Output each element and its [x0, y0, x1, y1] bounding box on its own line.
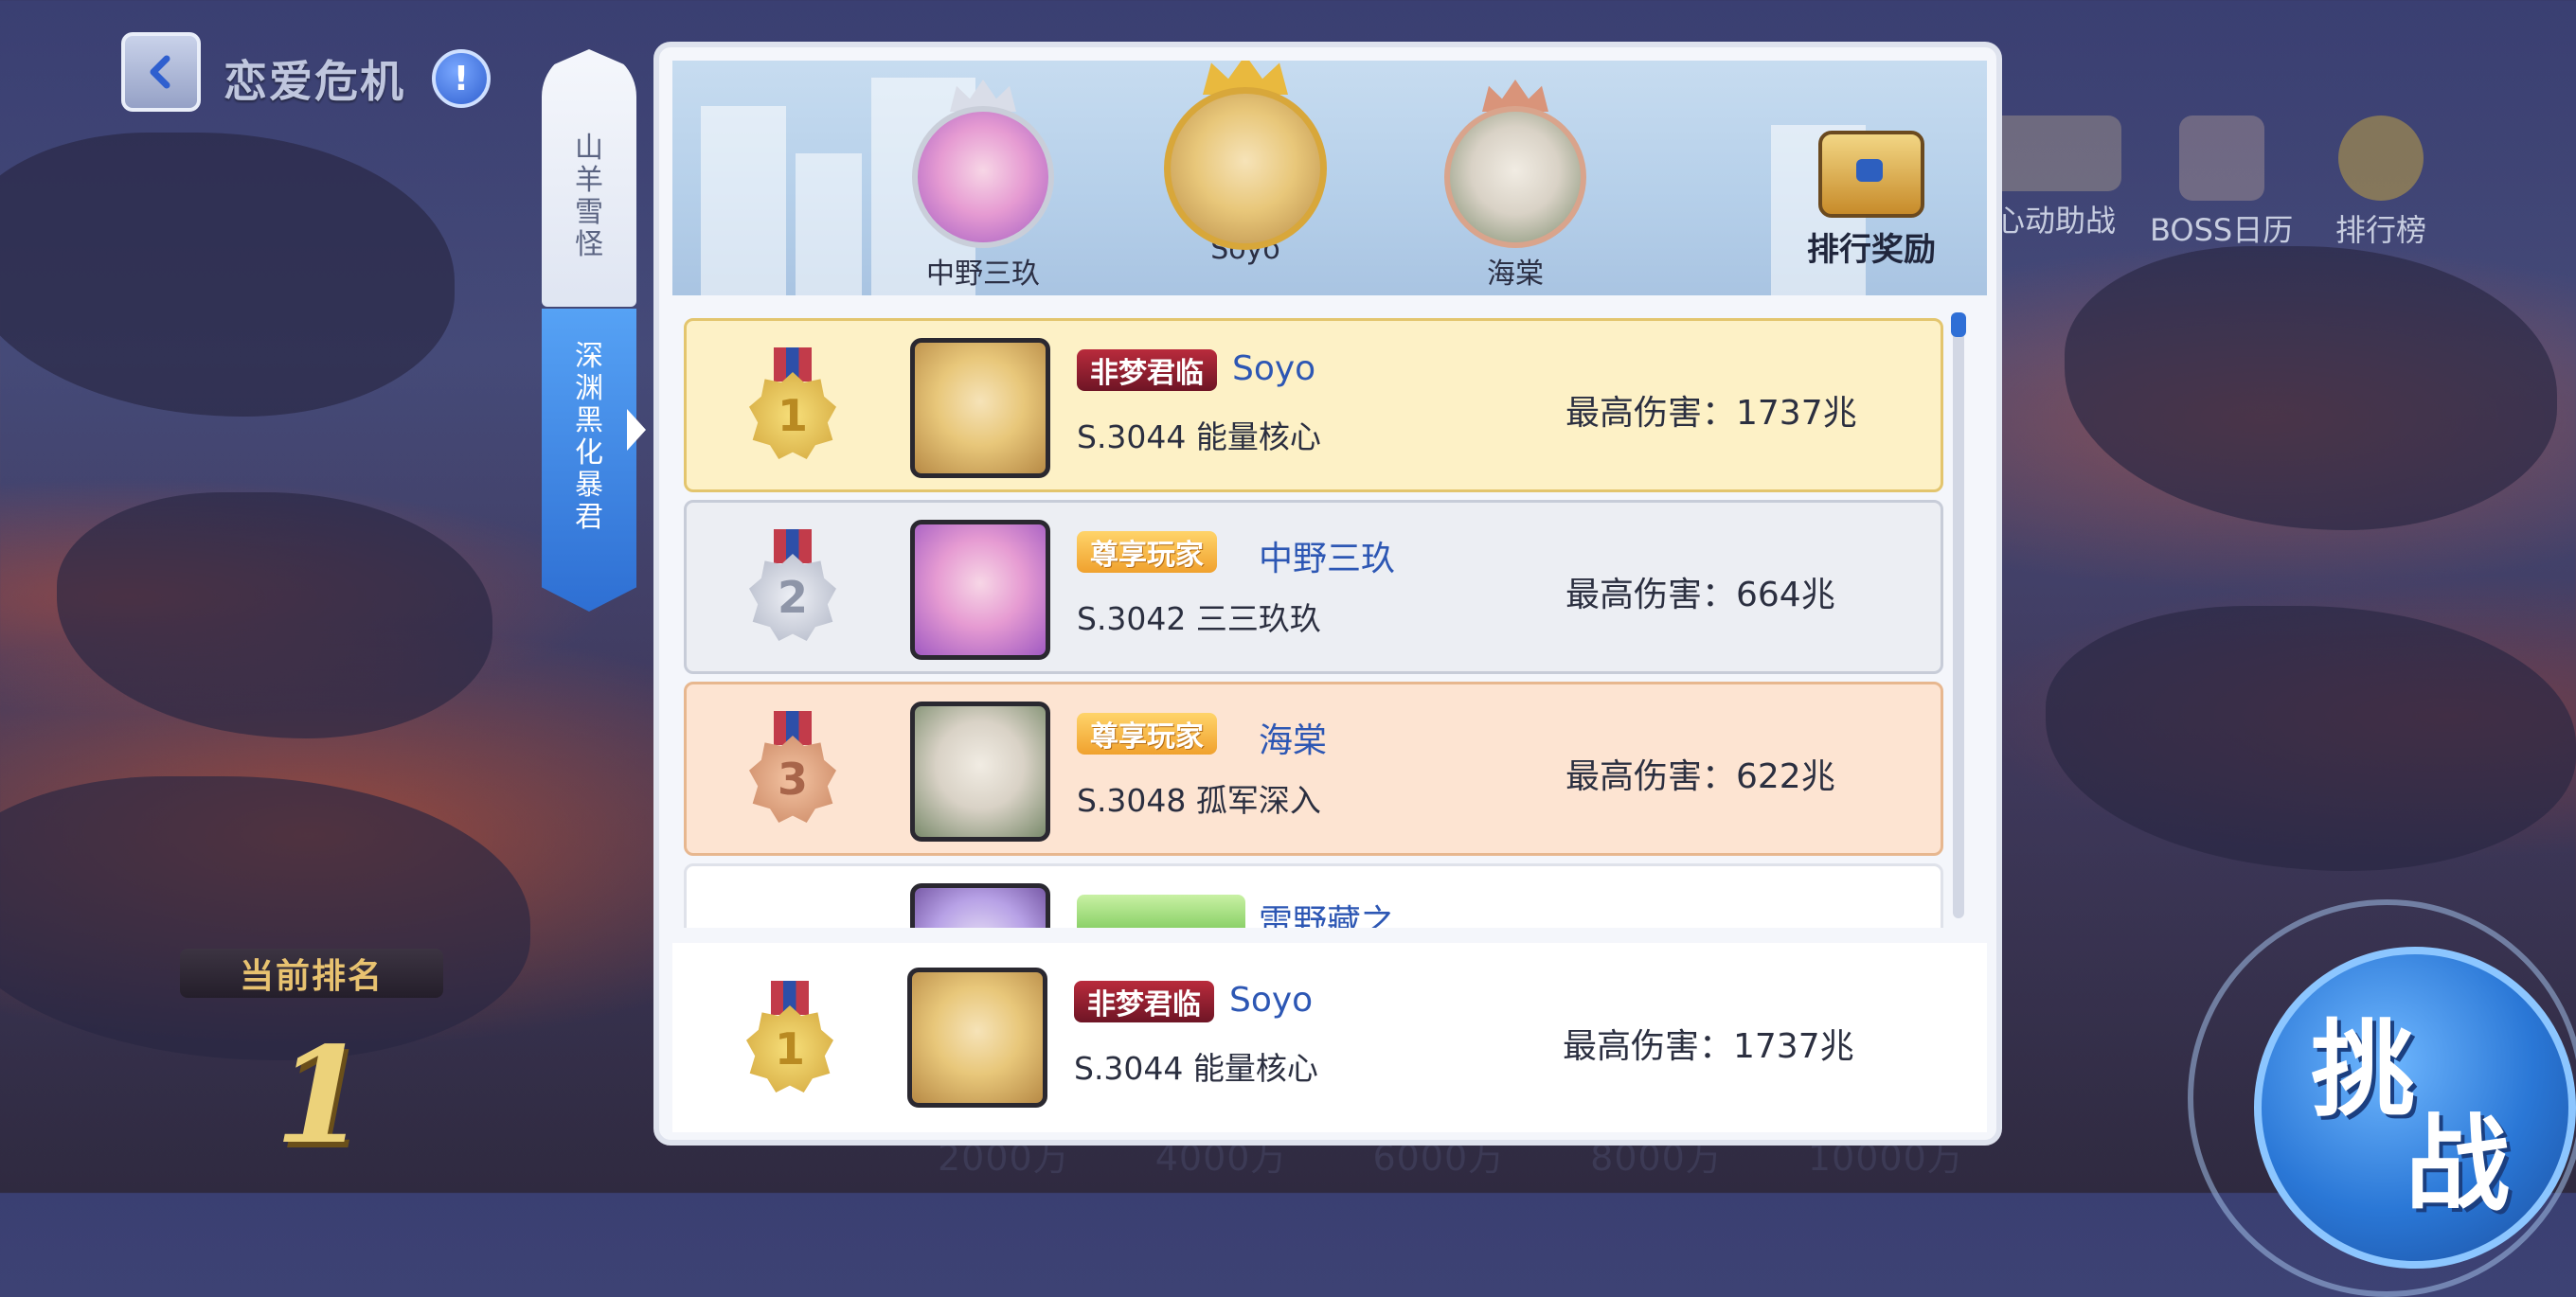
title-badge: 尊享玩家 [1077, 531, 1217, 573]
chevron-left-icon [150, 55, 170, 89]
back-button[interactable] [121, 32, 201, 112]
max-damage: 最高伤害：1737兆 [1563, 1027, 1854, 1066]
boss-tabs: 山羊雪怪 深渊黑化暴君 [542, 49, 640, 612]
team-icon [1989, 115, 2121, 191]
max-damage: 最高伤害：1737兆 [1565, 394, 1857, 433]
podium-name: 中野三玖 [926, 258, 1040, 291]
title-badge: 非梦君临 [1074, 981, 1214, 1022]
current-rank-value: 1 [275, 1019, 367, 1174]
player-name: 雷野藏之 [1259, 903, 1396, 928]
background-rock [2046, 606, 2576, 871]
medal-rank: 2 [749, 554, 836, 641]
server-info: S.3044 能量核心 [1077, 418, 1321, 455]
podium-name: 海棠 [1487, 258, 1544, 291]
background-rock [0, 133, 455, 417]
ranking-button[interactable]: 排行榜 [2335, 115, 2426, 250]
ranking-row[interactable]: 1 非梦君临 Soyo S.3044 能量核心 最高伤害：1737兆 [684, 318, 1943, 492]
gold-medal-icon: 1 [741, 981, 839, 1094]
medal-rank: 3 [749, 736, 836, 823]
avatar[interactable] [910, 520, 1050, 660]
avatar[interactable] [910, 702, 1050, 842]
ranking-label: 排行榜 [2335, 212, 2427, 248]
background-rock [0, 776, 530, 1060]
treasure-chest-icon [1818, 131, 1924, 218]
medal-rank: 1 [746, 1005, 833, 1093]
challenge-text: 挑 [2311, 1009, 2415, 1130]
ranking-row[interactable]: 3 尊享玩家 海棠 S.3048 孤军深入 最高伤害：622兆 [684, 682, 1943, 856]
max-damage: 最高伤害：622兆 [1565, 757, 1835, 796]
avatar[interactable] [910, 883, 1050, 928]
server-info: S.3044 能量核心 [1074, 1050, 1318, 1087]
ranking-panel: 中野三玖 Soyo 海棠 排行奖励 1 非梦君临 Soyo S.3044 [653, 42, 2002, 1146]
tab-label: 深渊黑化暴君 [575, 340, 603, 534]
ranking-list[interactable]: 1 非梦君临 Soyo S.3044 能量核心 最高伤害：1737兆 2 尊享玩… [672, 309, 1987, 928]
info-icon[interactable]: ! [432, 49, 491, 108]
player-name: Soyo [1232, 349, 1316, 388]
avatar[interactable] [907, 968, 1047, 1108]
assist-battle-button[interactable]: 心动助战 [1989, 115, 2121, 240]
tab-label: 山羊雪怪 [575, 132, 603, 261]
ranking-row[interactable]: 雷野藏之 [684, 863, 1943, 928]
max-damage: 最高伤害：664兆 [1565, 576, 1835, 614]
podium-avatar [1444, 106, 1586, 248]
boss-calendar-button[interactable]: BOSS日历 [2150, 115, 2293, 250]
background-rock [2065, 246, 2557, 530]
boss-calendar-label: BOSS日历 [2150, 212, 2294, 248]
title-badge: 尊享玩家 [1077, 713, 1217, 755]
tab-goat-yeti[interactable]: 山羊雪怪 [542, 49, 636, 307]
scrollbar-thumb[interactable] [1951, 312, 1966, 337]
player-name: Soyo [1229, 981, 1314, 1020]
podium-third[interactable]: 海棠 [1430, 80, 1601, 292]
tab-active-arrow [627, 409, 646, 451]
rank-reward-label: 排行奖励 [1807, 231, 1936, 269]
background-building [796, 153, 862, 295]
ranking-row[interactable]: 2 尊享玩家 中野三玖 S.3042 三三玖玖 最高伤害：664兆 [684, 500, 1943, 674]
server-info: S.3048 孤军深入 [1077, 782, 1321, 819]
my-ranking-row[interactable]: 1 非梦君临 Soyo S.3044 能量核心 最高伤害：1737兆 [672, 943, 1987, 1132]
medal-rank: 1 [749, 372, 836, 459]
background-building [701, 106, 786, 295]
avatar[interactable] [910, 338, 1050, 478]
podium-avatar [912, 106, 1054, 248]
silver-medal-icon: 2 [743, 529, 842, 643]
rank-reward-button[interactable]: 排行奖励 [1807, 131, 1936, 270]
ranking-icon [2338, 115, 2424, 201]
podium-first[interactable]: Soyo [1155, 61, 1335, 266]
challenge-text: 战 [2406, 1104, 2510, 1225]
server-info: S.3042 三三玖玖 [1077, 600, 1321, 637]
tab-abyss-tyrant[interactable]: 深渊黑化暴君 [542, 309, 636, 612]
title-badge [1077, 895, 1245, 928]
gold-medal-icon: 1 [743, 347, 842, 461]
podium-avatar [1164, 87, 1327, 250]
title-badge: 非梦君临 [1077, 349, 1217, 391]
player-name: 海棠 [1259, 721, 1328, 760]
podium-second[interactable]: 中野三玖 [898, 80, 1068, 292]
background-rock [57, 492, 492, 738]
calendar-icon [2178, 115, 2264, 201]
player-name: 中野三玖 [1259, 540, 1396, 578]
page-title: 恋爱危机 [224, 56, 405, 107]
bronze-medal-icon: 3 [743, 711, 842, 825]
assist-battle-label: 心动助战 [1994, 203, 2116, 239]
podium: 中野三玖 Soyo 海棠 排行奖励 [672, 61, 1987, 295]
ranking-scrollbar[interactable] [1953, 312, 1964, 918]
current-rank-label: 当前排名 [180, 949, 443, 998]
